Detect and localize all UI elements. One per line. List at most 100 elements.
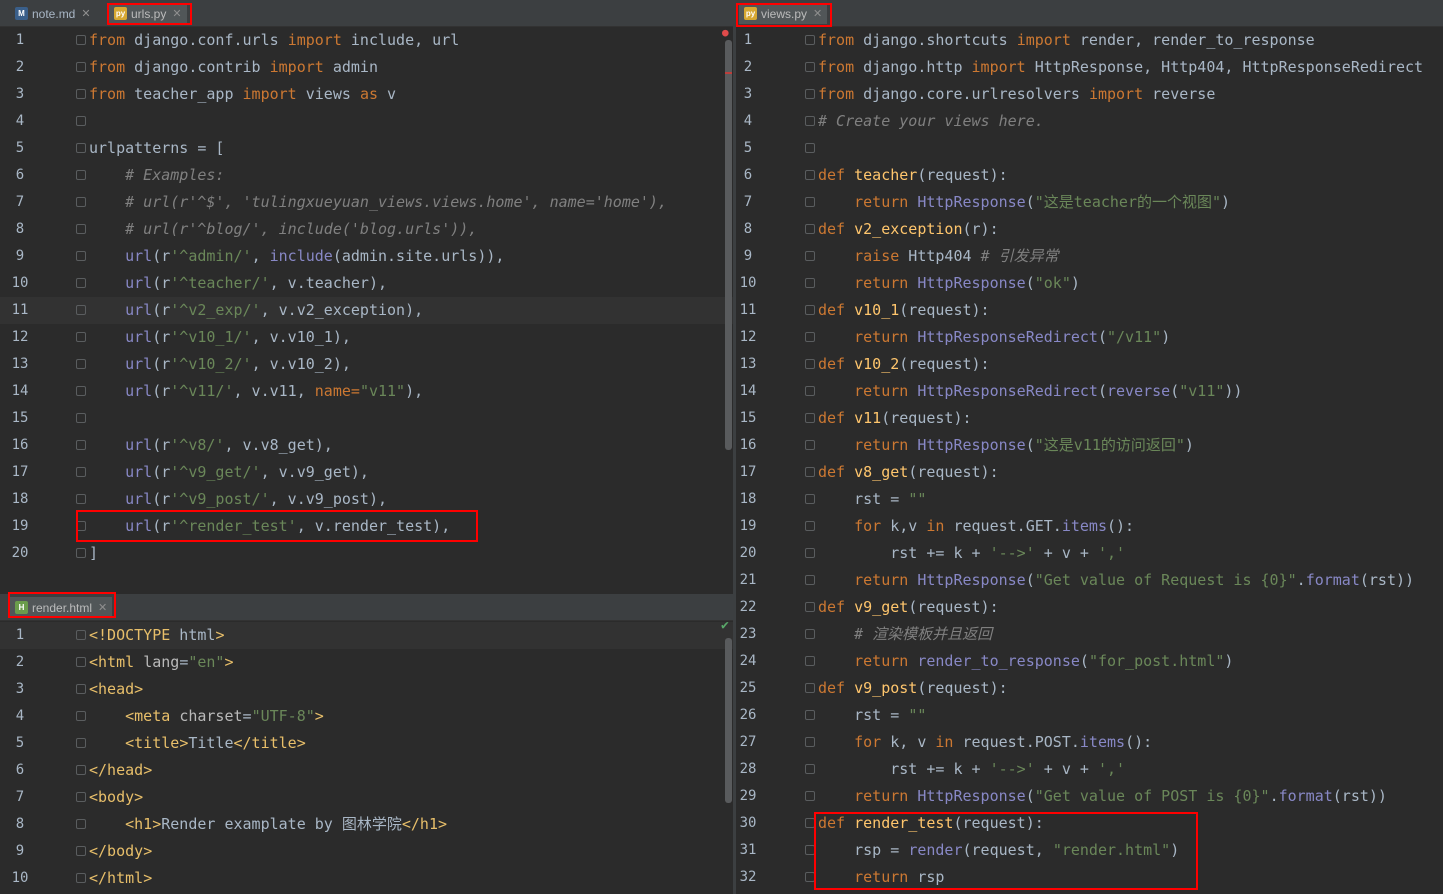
fold-marker-icon[interactable]	[805, 440, 815, 450]
code-line[interactable]: 1 <!DOCTYPE html>	[0, 622, 735, 649]
render-html-editor-pane[interactable]: H render.html ✕ 1 <!DOCTYPE html> 2 <html l…	[0, 568, 735, 894]
fold-marker-icon[interactable]	[805, 494, 815, 504]
code-line[interactable]: 18 rst = ""	[736, 486, 1443, 513]
code-line[interactable]: 16 url(r'^v8/', v.v8_get),	[0, 432, 735, 459]
code-line[interactable]: 9 raise Http404 # 引发异常	[736, 243, 1443, 270]
fold-marker-icon[interactable]	[805, 683, 815, 693]
code-line[interactable]: 23 # 渲染模板并且返回	[736, 621, 1443, 648]
pane-splitter[interactable]	[0, 568, 735, 594]
urls-code-area[interactable]: 1 from django.conf.urls import include, u…	[0, 26, 735, 568]
code-line[interactable]: 31 rsp = render(request, "render.html")	[736, 837, 1443, 864]
fold-marker-icon[interactable]	[805, 278, 815, 288]
fold-marker-icon[interactable]	[76, 224, 86, 234]
code-line[interactable]: 19 url(r'^render_test', v.render_test),	[0, 513, 735, 540]
fold-marker-icon[interactable]	[76, 548, 86, 558]
code-line[interactable]: 21 return HttpResponse("Get value of Req…	[736, 567, 1443, 594]
fold-marker-icon[interactable]	[76, 305, 86, 315]
code-line[interactable]: 20]	[0, 540, 735, 567]
fold-marker-icon[interactable]	[76, 116, 86, 126]
code-line[interactable]: 5 urlpatterns = [	[0, 135, 735, 162]
code-line[interactable]: 10 </html>	[0, 865, 735, 892]
fold-marker-icon[interactable]	[805, 575, 815, 585]
fold-marker-icon[interactable]	[76, 197, 86, 207]
code-line[interactable]: 15	[0, 405, 735, 432]
tab-note-md[interactable]: M note.md ✕	[10, 3, 96, 24]
code-line[interactable]: 24 return render_to_response("for_post.h…	[736, 648, 1443, 675]
code-line[interactable]: 5	[736, 135, 1443, 162]
fold-marker-icon[interactable]	[805, 521, 815, 531]
fold-marker-icon[interactable]	[76, 440, 86, 450]
code-line[interactable]: 11 def v10_1(request):	[736, 297, 1443, 324]
render-code-area[interactable]: 1 <!DOCTYPE html> 2 <html lang="en"> 3 <head>…	[0, 621, 735, 894]
fold-marker-icon[interactable]	[76, 359, 86, 369]
fold-marker-icon[interactable]	[805, 710, 815, 720]
code-line[interactable]: 15 def v11(request):	[736, 405, 1443, 432]
code-line[interactable]: 12 return HttpResponseRedirect("/v11")	[736, 324, 1443, 351]
fold-marker-icon[interactable]	[805, 629, 815, 639]
fold-marker-icon[interactable]	[805, 656, 815, 666]
fold-marker-icon[interactable]	[76, 35, 86, 45]
code-line[interactable]: 2 from django.http import HttpResponse, H…	[736, 54, 1443, 81]
code-line[interactable]: 6 # Examples:	[0, 162, 735, 189]
views-editor-pane[interactable]: py views.py ✕ 1 from django.shortcuts imp…	[736, 0, 1443, 894]
fold-marker-icon[interactable]	[76, 467, 86, 477]
tab-urls-py[interactable]: py urls.py ✕	[109, 3, 187, 24]
fold-marker-icon[interactable]	[76, 792, 86, 802]
fold-marker-icon[interactable]	[805, 737, 815, 747]
code-line[interactable]: 4 # Create your views here.	[736, 108, 1443, 135]
fold-marker-icon[interactable]	[76, 143, 86, 153]
code-line[interactable]: 8 <h1>Render examplate by 图林学院</h1>	[0, 811, 735, 838]
close-icon[interactable]: ✕	[98, 601, 107, 614]
fold-marker-icon[interactable]	[76, 386, 86, 396]
code-line[interactable]: 3 from django.core.urlresolvers import re…	[736, 81, 1443, 108]
fold-marker-icon[interactable]	[76, 765, 86, 775]
fold-marker-icon[interactable]	[76, 657, 86, 667]
code-line[interactable]: 1 from django.shortcuts import render, re…	[736, 27, 1443, 54]
fold-marker-icon[interactable]	[76, 332, 86, 342]
fold-marker-icon[interactable]	[76, 521, 86, 531]
code-line[interactable]: 25 def v9_post(request):	[736, 675, 1443, 702]
fold-marker-icon[interactable]	[76, 89, 86, 99]
views-code-area[interactable]: 1 from django.shortcuts import render, re…	[736, 26, 1443, 894]
code-line[interactable]: 14 return HttpResponseRedirect(reverse("…	[736, 378, 1443, 405]
fold-marker-icon[interactable]	[805, 62, 815, 72]
fold-marker-icon[interactable]	[76, 873, 86, 883]
close-icon[interactable]: ✕	[172, 7, 181, 20]
fold-marker-icon[interactable]	[76, 170, 86, 180]
code-line[interactable]: 6 </head>	[0, 757, 735, 784]
code-line[interactable]: 7 <body>	[0, 784, 735, 811]
tab-render-html[interactable]: H render.html ✕	[10, 597, 113, 618]
close-icon[interactable]: ✕	[81, 7, 90, 20]
urls-editor-pane[interactable]: M note.md ✕ py urls.py ✕ 1 from django.co…	[0, 0, 735, 568]
fold-marker-icon[interactable]	[805, 386, 815, 396]
code-line[interactable]: 4	[0, 108, 735, 135]
code-line[interactable]: 32 return rsp	[736, 864, 1443, 891]
fold-marker-icon[interactable]	[76, 819, 86, 829]
fold-marker-icon[interactable]	[805, 467, 815, 477]
fold-marker-icon[interactable]	[805, 413, 815, 423]
fold-marker-icon[interactable]	[805, 224, 815, 234]
code-line[interactable]: 10 url(r'^teacher/', v.teacher),	[0, 270, 735, 297]
code-line[interactable]: 4 <meta charset="UTF-8">	[0, 703, 735, 730]
code-line[interactable]: 14 url(r'^v11/', v.v11, name="v11"),	[0, 378, 735, 405]
code-line[interactable]: 19 for k,v in request.GET.items():	[736, 513, 1443, 540]
fold-marker-icon[interactable]	[805, 818, 815, 828]
fold-marker-icon[interactable]	[76, 494, 86, 504]
fold-marker-icon[interactable]	[805, 116, 815, 126]
fold-marker-icon[interactable]	[805, 332, 815, 342]
fold-marker-icon[interactable]	[76, 278, 86, 288]
code-line[interactable]: 8 # url(r'^blog/', include('blog.urls'))…	[0, 216, 735, 243]
fold-marker-icon[interactable]	[76, 738, 86, 748]
code-line[interactable]: 9 </body>	[0, 838, 735, 865]
code-line[interactable]: 13 url(r'^v10_2/', v.v10_2),	[0, 351, 735, 378]
fold-marker-icon[interactable]	[76, 846, 86, 856]
fold-marker-icon[interactable]	[76, 684, 86, 694]
fold-marker-icon[interactable]	[805, 872, 815, 882]
code-line[interactable]: 5 <title>Title</title>	[0, 730, 735, 757]
code-line[interactable]: 29 return HttpResponse("Get value of POS…	[736, 783, 1443, 810]
fold-marker-icon[interactable]	[805, 143, 815, 153]
code-line[interactable]: 30 def render_test(request):	[736, 810, 1443, 837]
code-line[interactable]: 22 def v9_get(request):	[736, 594, 1443, 621]
code-line[interactable]: 3 from teacher_app import views as v	[0, 81, 735, 108]
code-line[interactable]: 17 url(r'^v9_get/', v.v9_get),	[0, 459, 735, 486]
